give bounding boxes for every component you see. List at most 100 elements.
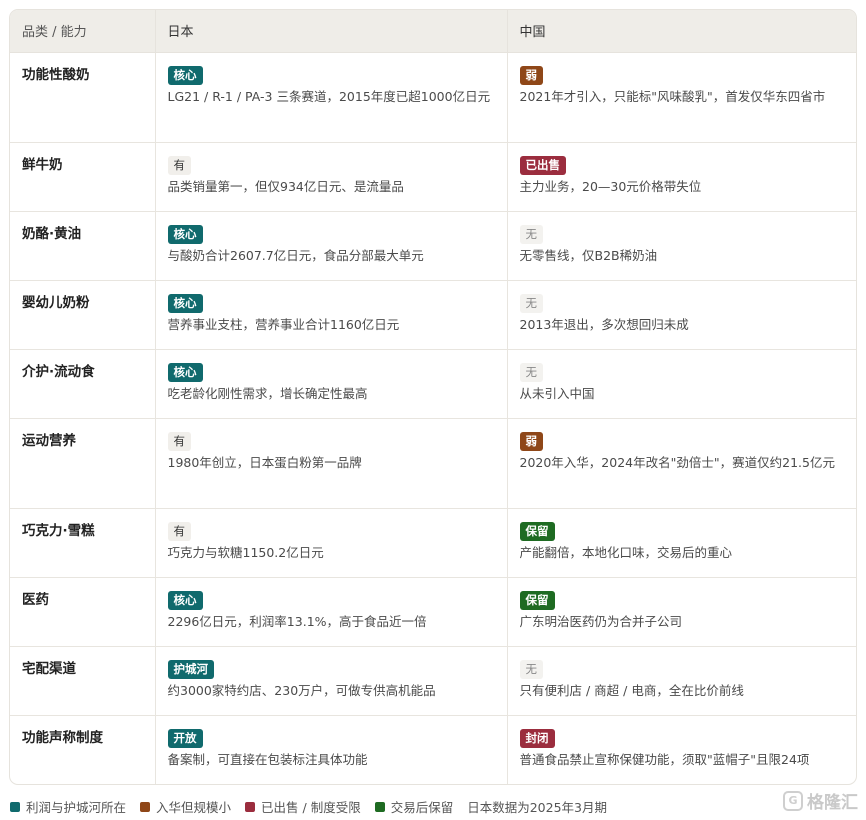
table-row: 运动营养有 1980年创立，日本蛋白粉第一品牌 弱 2020年入华，2024年改名"劲… [10,418,856,509]
row-category: 医药 [10,577,156,647]
cell-description: 吃老龄化刚性需求，增长确定性最高 [167,385,368,401]
table-row: 功能声称制度 开放 备案制，可直接在包装标注具体功能 封闭 普通食品禁止宣称保健功能，须… [10,715,856,784]
cell-japan: 有 1980年创立，日本蛋白粉第一品牌 [155,418,508,509]
status-badge: 有 [167,155,191,175]
legend-item: 入华但规模小 [140,797,231,816]
status-badge: 无 [519,659,543,679]
cell-description: 只有便利店 / 商超 / 电商，全在比价前线 [519,682,744,698]
row-category: 巧克力·雪糕 [10,508,156,578]
row-category: 运动营养 [10,418,156,509]
cell-japan: 核心与酸奶合计2607.7亿日元，食品分部最大单元 [155,211,508,281]
cell-description: 产能翻倍，本地化口味，交易后的重心 [519,544,733,560]
cell-description: 2021年才引入，只能标"风味酸乳"，首发仅华东四省市 [519,88,826,104]
cell-description: 与酸奶合计2607.7亿日元，食品分部最大单元 [167,247,424,263]
status-badge: 弱 [519,431,543,451]
legend-label: 利润与护城河所在 [26,800,127,815]
cell-japan: 开放备案制，可直接在包装标注具体功能 [155,715,508,784]
table-row: 介护·流动食 核心 吃老龄化刚性需求，增长确定性最高无从未引入中国 [10,349,856,419]
table-row: 奶酪·黄油 核心 与酸奶合计2607.7亿日元，食品分部最大单元无无零售线，仅B2B… [10,211,856,281]
status-badge: 护城河 [167,659,214,679]
cell-description: 2013年退出，多次想回归未成 [519,316,689,332]
status-badge: 保留 [519,521,555,541]
cell-description: 普通食品禁止宣称保健功能，须取"蓝帽子"且限24项 [519,751,810,767]
cell-japan: 核心 2296亿日元，利润率13.1%，高于食品近一倍 [155,577,508,647]
status-badge: 已出售 [519,155,566,175]
legend-swatch-icon [10,801,20,812]
row-category: 婴幼儿奶粉 [10,280,156,350]
cell-china: 已出售主力业务，20—30元价格带失位 [507,142,856,212]
cell-japan: 护城河约3000家特约店、230万户，可做专供高机能品 [155,646,508,716]
row-category: 功能性酸奶 [10,52,156,143]
cell-china: 无只有便利店 / 商超 / 电商，全在比价前线 [507,646,856,716]
cell-japan: 核心营养事业支柱，营养事业合计1160亿日元 [155,280,508,350]
gelonghui-logo-icon: G [783,790,803,811]
row-category: 奶酪·黄油 [10,211,156,281]
cell-description: 品类销量第一，但仅934亿日元、是流量品 [167,178,404,194]
status-badge: 弱 [519,65,543,85]
cell-description: 2296亿日元，利润率13.1%，高于食品近一倍 [167,613,427,629]
status-badge: 核心 [167,590,203,610]
legend-item: 交易后保留 [374,797,454,816]
status-badge: 核心 [167,293,203,313]
table-header-row: 品类 / 能力 日本 中国 [10,10,856,53]
status-badge: 无 [519,293,543,313]
status-badge: 开放 [167,728,203,748]
comparison-table-card: 品类 / 能力 日本 中国 功能性酸奶 核心 LG21 / R-1 / PA-3 三… [9,9,857,785]
row-category: 介护·流动食 [10,349,156,419]
status-badge: 核心 [167,362,203,382]
cell-japan: 有品类销量第一，但仅934亿日元、是流量品 [155,142,508,212]
legend-item: 已出售 / 制度受限 [245,797,361,816]
cell-description: 无零售线，仅B2B稀奶油 [519,247,658,263]
legend-swatch-icon [245,801,256,812]
comparison-table: 品类 / 能力 日本 中国 功能性酸奶 核心 LG21 / R-1 / PA-3 三… [10,10,856,784]
legend: 利润与护城河所在 入华但规模小 已出售 / 制度受限 交易后保留 日本数据为2025年… [10,797,607,816]
cell-description: 约3000家特约店、230万户，可做专供高机能品 [167,682,436,698]
status-badge: 封闭 [519,728,555,748]
row-category: 功能声称制度 [10,715,156,784]
row-category: 宅配渠道 [10,646,156,716]
cell-china: 无 2013年退出，多次想回归未成 [507,280,856,350]
legend-label: 入华但规模小 [156,800,232,815]
cell-china: 无从未引入中国 [507,349,856,419]
cell-japan: 核心 LG21 / R-1 / PA-3 三条赛道，2015年度已超1000亿日元 [155,52,508,143]
cell-japan: 有巧克力与软糖1150.2亿日元 [155,508,508,578]
cell-description: LG21 / R-1 / PA-3 三条赛道，2015年度已超1000亿日元 [167,88,491,104]
cell-china: 弱 2021年才引入，只能标"风味酸乳"，首发仅华东四省市 [507,52,856,143]
legend-swatch-icon [374,801,385,812]
table-row: 医药 核心 2296亿日元，利润率13.1%，高于食品近一倍 保留广东明治医药仍为合并… [10,577,856,647]
legend-swatch-icon [140,801,151,812]
table-row: 功能性酸奶 核心 LG21 / R-1 / PA-3 三条赛道，2015年度已超10… [10,52,856,143]
legend-label: 已出售 / 制度受限 [261,800,361,815]
cell-description: 备案制，可直接在包装标注具体功能 [167,751,368,767]
legend-note: 日本数据为2025年3月期 [467,800,607,815]
status-badge: 无 [519,224,543,244]
status-badge: 有 [167,431,191,451]
legend-label: 交易后保留 [390,800,454,815]
cell-description: 广东明治医药仍为合并子公司 [519,613,683,629]
cell-description: 主力业务，20—30元价格带失位 [519,178,702,194]
cell-description: 营养事业支柱，营养事业合计1160亿日元 [167,316,400,332]
cell-description: 1980年创立，日本蛋白粉第一品牌 [167,454,362,470]
status-badge: 有 [167,521,191,541]
table-row: 婴幼儿奶粉 核心 营养事业支柱，营养事业合计1160亿日元无 2013年退出，多次想回… [10,280,856,350]
cell-china: 无无零售线，仅B2B稀奶油 [507,211,856,281]
cell-description: 从未引入中国 [519,385,595,401]
watermark: G 格隆汇 [783,788,858,813]
status-badge: 核心 [167,65,203,85]
header-category: 品类 / 能力 [10,10,156,53]
status-badge: 无 [519,362,543,382]
status-badge: 保留 [519,590,555,610]
cell-description: 巧克力与软糖1150.2亿日元 [167,544,324,560]
header-china: 中国 [507,10,856,53]
cell-china: 保留产能翻倍，本地化口味，交易后的重心 [507,508,856,578]
legend-item: 利润与护城河所在 [10,797,126,816]
cell-china: 弱 2020年入华，2024年改名"劲倍士"，赛道仅约21.5亿元 [507,418,856,509]
table-row: 巧克力·雪糕有巧克力与软糖1150.2亿日元 保留 产能翻倍，本地化口味，交易后的重… [10,508,856,578]
cell-china: 封闭普通食品禁止宣称保健功能，须取"蓝帽子"且限24项 [507,715,856,784]
table-row: 宅配渠道 护城河 约3000家特约店、230万户，可做专供高机能品无只有便利店 / … [10,646,856,716]
cell-japan: 核心吃老龄化刚性需求，增长确定性最高 [155,349,508,419]
cell-description: 2020年入华，2024年改名"劲倍士"，赛道仅约21.5亿元 [519,454,835,470]
cell-china: 保留广东明治医药仍为合并子公司 [507,577,856,647]
header-japan: 日本 [155,10,508,53]
status-badge: 核心 [167,224,203,244]
